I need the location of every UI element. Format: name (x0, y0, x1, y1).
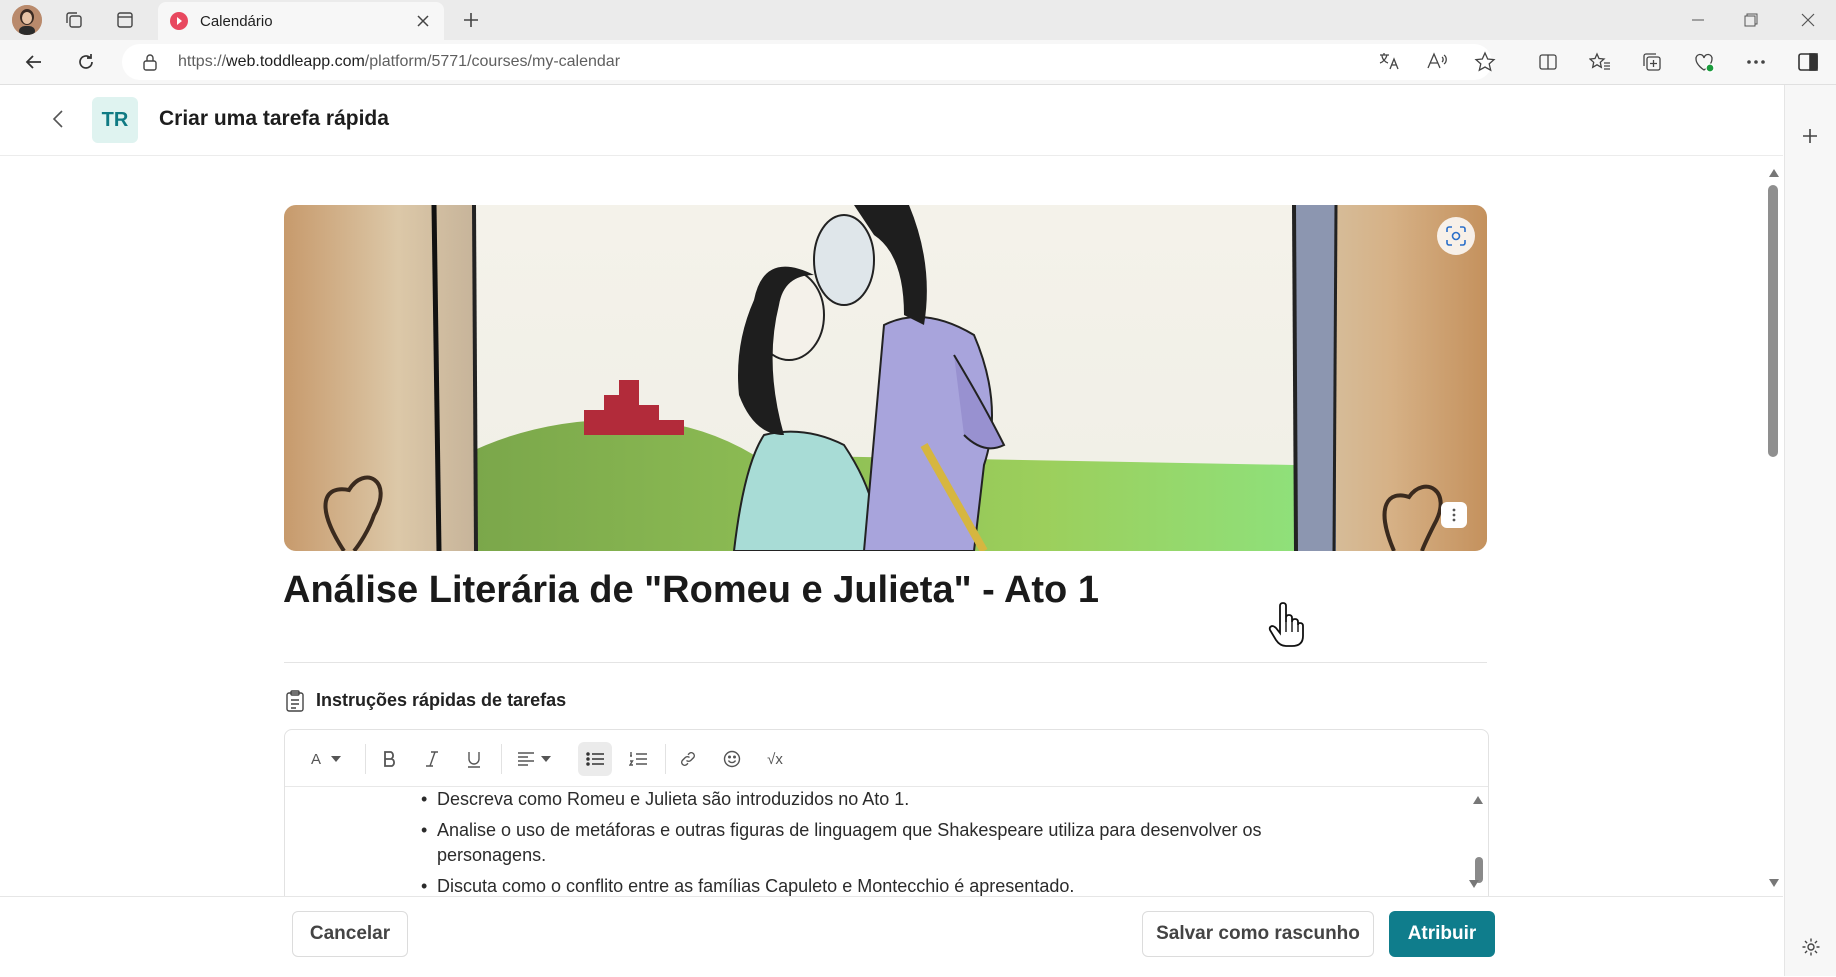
emoji-icon[interactable] (715, 742, 749, 776)
minimize-icon[interactable] (1680, 8, 1716, 32)
browser-address-bar: https://web.toddleapp.com/platform/5771/… (0, 40, 1836, 85)
visual-search-icon[interactable] (1437, 217, 1475, 255)
settings-gear-icon[interactable] (1801, 937, 1821, 962)
favorites-icon[interactable] (1584, 48, 1616, 76)
collections-icon[interactable] (1636, 48, 1668, 76)
assign-button[interactable]: Atribuir (1389, 911, 1495, 957)
split-screen-icon[interactable] (1532, 48, 1564, 76)
clipboard-icon (284, 689, 306, 713)
class-badge: TR (92, 97, 138, 143)
cover-image[interactable] (284, 205, 1487, 551)
edge-sidebar (1784, 85, 1836, 976)
align-dropdown-icon[interactable] (537, 742, 555, 776)
link-icon[interactable] (671, 742, 705, 776)
read-aloud-icon[interactable] (1426, 51, 1448, 76)
page-title: Criar uma tarefa rápida (159, 107, 389, 130)
page-scrollbar-thumb[interactable] (1768, 185, 1778, 457)
cancel-button[interactable]: Cancelar (292, 911, 408, 957)
translate-icon[interactable] (1378, 51, 1400, 76)
sidebar-toggle-icon[interactable] (1792, 48, 1824, 76)
instructions-label: Instruções rápidas de tarefas (316, 690, 567, 710)
task-title[interactable]: Análise Literária de "Romeu e Julieta" -… (283, 569, 1099, 612)
restore-icon[interactable] (1733, 8, 1769, 32)
font-dropdown-icon[interactable] (327, 742, 345, 776)
more-options-icon[interactable] (1740, 48, 1772, 76)
lock-icon[interactable] (142, 53, 158, 76)
toddle-favicon-icon (170, 12, 188, 30)
editor-scroll-down-icon[interactable] (1468, 876, 1480, 894)
underline-icon[interactable] (457, 742, 491, 776)
back-arrow-icon[interactable] (18, 48, 50, 76)
page-header: TR Criar uma tarefa rápida (0, 85, 1783, 156)
close-window-icon[interactable] (1790, 8, 1826, 32)
bold-icon[interactable] (373, 742, 407, 776)
refresh-icon[interactable] (70, 48, 102, 76)
editor-scroll-up-icon[interactable] (1472, 792, 1484, 804)
browser-essentials-icon[interactable] (1688, 48, 1720, 76)
page-content: TR Criar uma tarefa rápida Análise Liter… (0, 85, 1783, 976)
footer-bar: Cancelar Salvar como rascunho Atribuir (0, 896, 1783, 977)
browser-tab-bar: Calendário (0, 0, 1836, 40)
save-draft-button[interactable]: Salvar como rascunho (1142, 911, 1374, 957)
toolbar-separator (665, 744, 666, 774)
hand-cursor-icon (1268, 602, 1304, 648)
formula-button[interactable]: √x (758, 742, 792, 776)
workspaces-icon[interactable] (60, 8, 88, 32)
favorite-star-icon[interactable] (1474, 51, 1496, 78)
page-scroll-down-icon[interactable] (1768, 875, 1780, 893)
url-text: https://web.toddleapp.com/platform/5771/… (178, 53, 621, 70)
tab-calendario[interactable]: Calendário (158, 2, 444, 40)
page-scroll-up-icon[interactable] (1768, 165, 1780, 183)
editor-toolbar: A √x (285, 730, 1488, 787)
tab-title: Calendário (200, 13, 273, 30)
instructions-list: Descreva como Romeu e Julieta são introd… (285, 787, 1465, 899)
toolbar-separator (501, 744, 502, 774)
italic-icon[interactable] (415, 742, 449, 776)
toolbar-separator (365, 744, 366, 774)
profile-avatar[interactable] (12, 5, 42, 35)
vertical-tabs-icon[interactable] (111, 8, 139, 32)
list-item: Descreva como Romeu e Julieta são introd… (421, 787, 1337, 812)
close-tab-icon[interactable] (412, 10, 434, 32)
new-tab-button[interactable] (457, 8, 485, 32)
cover-options-icon[interactable] (1441, 502, 1467, 528)
url-input[interactable]: https://web.toddleapp.com/platform/5771/… (122, 44, 1496, 80)
list-item: Analise o uso de metáforas e outras figu… (421, 818, 1337, 868)
bullet-list-icon[interactable] (578, 742, 612, 776)
divider (284, 662, 1487, 663)
add-sidebar-app-icon[interactable] (1801, 127, 1819, 150)
numbered-list-icon[interactable] (621, 742, 655, 776)
chevron-left-icon[interactable] (46, 107, 70, 131)
